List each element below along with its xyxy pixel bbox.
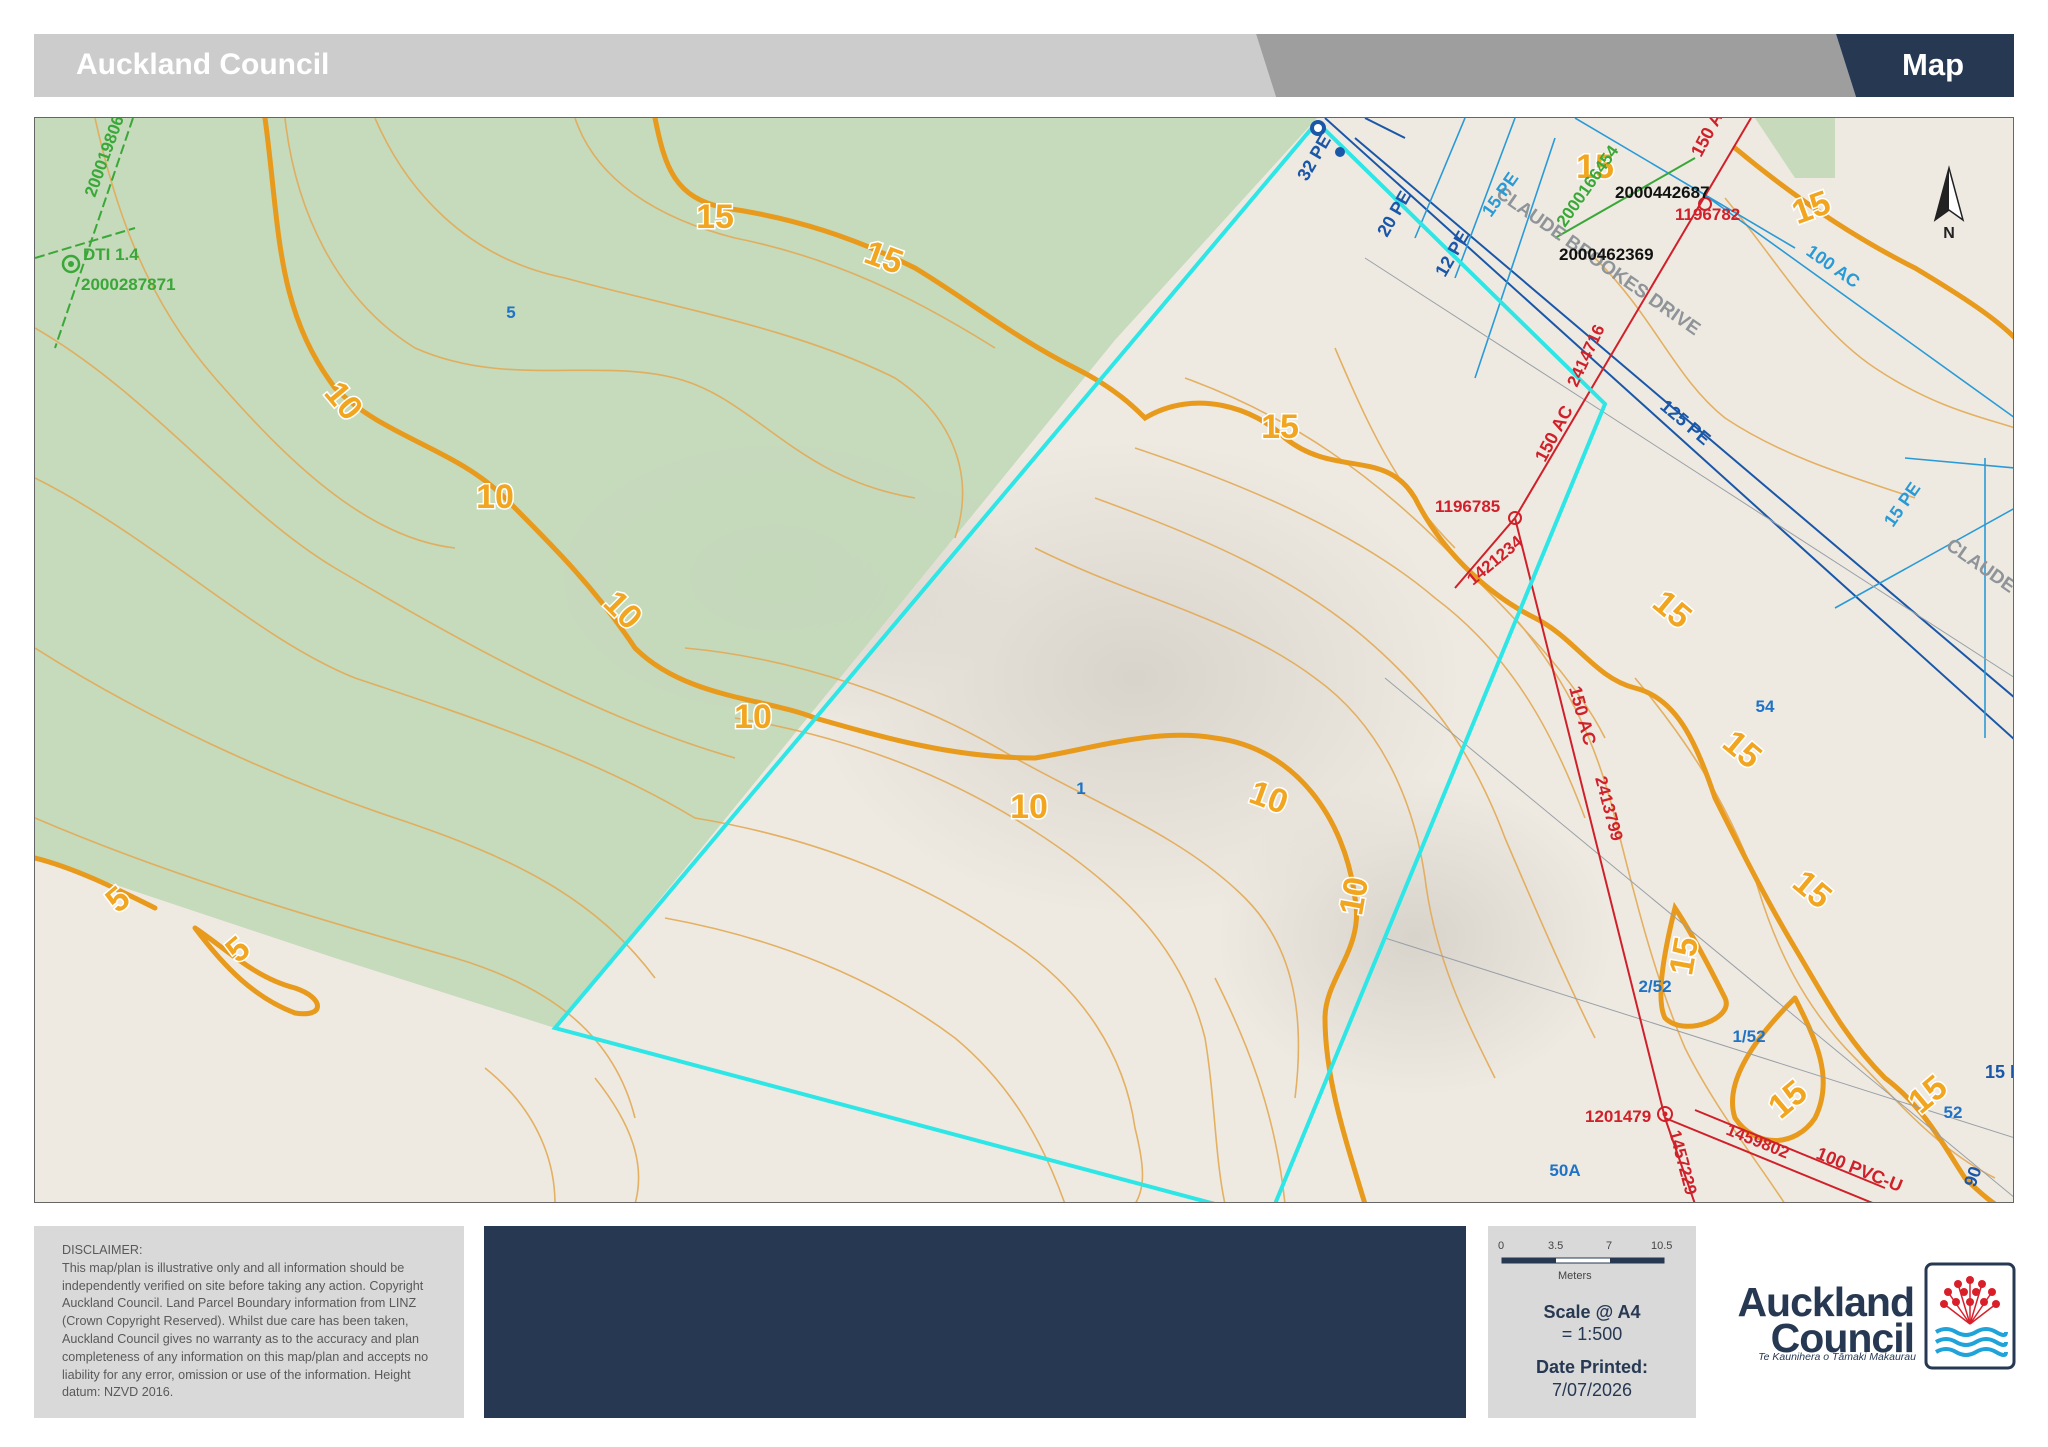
parcel-number: 2/52 — [1638, 977, 1671, 996]
scale-title: Scale @ A4 — [1543, 1302, 1641, 1322]
legend-panel — [484, 1226, 1466, 1418]
contour-label: 10 — [1332, 874, 1376, 918]
auckland-council-logo: Auckland Council Te Kaunihera o Tāmaki M… — [1736, 1262, 2016, 1382]
disclaimer-heading: DISCLAIMER: — [62, 1243, 143, 1257]
asset-id: 1196785 — [1435, 497, 1500, 516]
parcel-number: 54 — [1756, 697, 1775, 716]
asset-id: 2000442687 — [1615, 183, 1710, 202]
parcel-number: 5 — [506, 303, 515, 322]
scale-box: 0 3.5 7 10.5 Meters Scale @ A4 = 1:500 D… — [1488, 1226, 1696, 1418]
asset-id: 1201479 — [1585, 1107, 1651, 1126]
asset-id: 2000462369 — [1559, 245, 1654, 264]
asset-id: 2000287871 — [81, 275, 176, 294]
contour-label: 10 — [734, 698, 772, 736]
date-title: Date Printed: — [1535, 1357, 1649, 1377]
map-canvas[interactable]: N 5 5 10 10 10 10 10 10 10 15 15 15 15 1… — [35, 118, 2014, 1203]
header-bar: Auckland Council Map — [34, 34, 2014, 97]
contour-label: 15 — [1662, 934, 1706, 978]
contour-label: 10 — [476, 478, 514, 516]
scale-value: = 1:500 — [1561, 1324, 1623, 1344]
contour-label: 15 — [696, 198, 734, 236]
contour-label: 10 — [1010, 788, 1048, 826]
asset-id: DTI 1.4 — [83, 245, 139, 264]
disclaimer-box: DISCLAIMER: This map/plan is illustrativ… — [34, 1226, 464, 1418]
pohutukawa-icon — [1924, 1262, 2016, 1370]
parcel-number: 52 — [1944, 1103, 1963, 1122]
parcel-number: 50A — [1549, 1161, 1580, 1180]
header-background — [34, 34, 2014, 97]
header-map-label: Map — [1902, 47, 1964, 82]
map-view[interactable]: N 5 5 10 10 10 10 10 10 10 15 15 15 15 1… — [34, 117, 2014, 1203]
logo-tagline: Te Kaunihera o Tāmaki Makaurau — [1758, 1351, 1916, 1363]
parcel-number: 1 — [1076, 779, 1085, 798]
scale-tick: 3.5 — [1548, 1240, 1564, 1252]
scale-tick: 0 — [1498, 1240, 1505, 1252]
disclaimer-text: This map/plan is illustrative only and a… — [62, 1260, 429, 1400]
north-label: N — [1943, 225, 1955, 242]
asset-id: 1196782 — [1675, 205, 1740, 224]
scale-unit: Meters — [1558, 1270, 1592, 1282]
date-value: 7/07/2026 — [1551, 1380, 1633, 1400]
parcel-number: 1/52 — [1732, 1027, 1765, 1046]
contour-label: 15 — [1261, 408, 1299, 446]
scale-tick: 10.5 — [1651, 1240, 1673, 1252]
header-title: Auckland Council — [76, 48, 330, 81]
pipe-size: 15 PE — [1985, 1062, 2014, 1082]
scale-bar — [1501, 1257, 1665, 1264]
scale-tick: 7 — [1606, 1240, 1613, 1252]
